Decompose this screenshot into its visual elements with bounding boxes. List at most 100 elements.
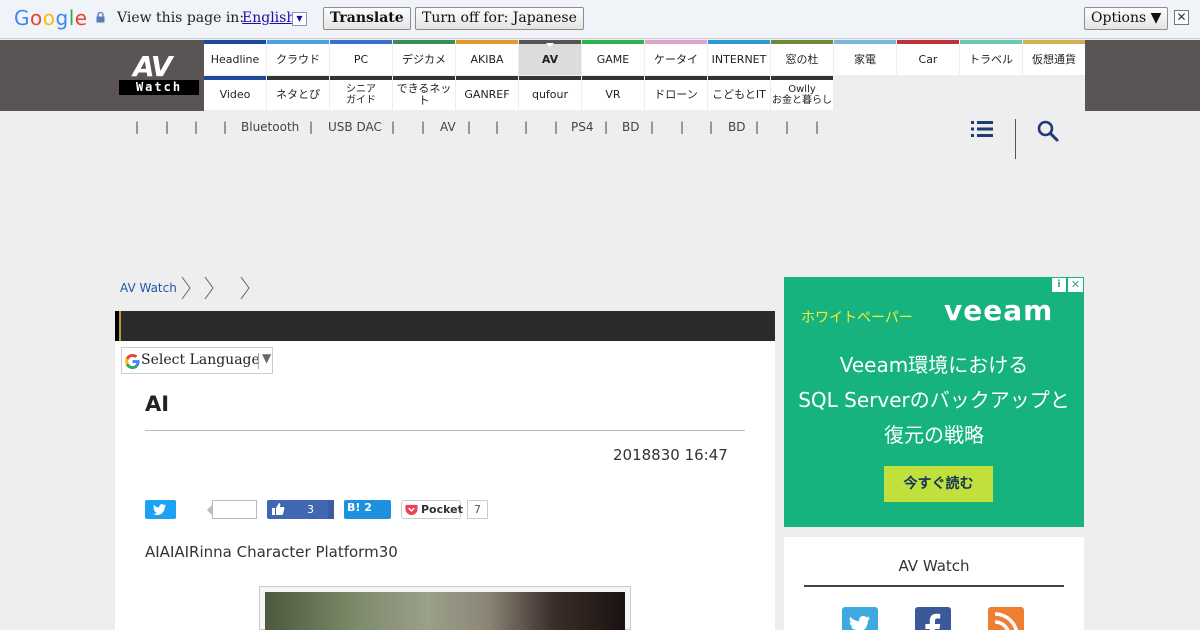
category-nav: Headline クラウド PC デジカメ AKIBA AV GAME ケータイ INTERNE… (204, 40, 1085, 111)
nav-item[interactable]: GAME (582, 40, 644, 75)
subnav-separator: | (604, 120, 609, 134)
subnav-separator: | (135, 120, 140, 134)
nav-item[interactable]: 仮想通貨 (1023, 40, 1085, 75)
site-logo[interactable]: AV Watch (119, 50, 199, 96)
nav-item[interactable]: トラベル (960, 40, 1022, 75)
follow-box: AV Watch (784, 537, 1084, 630)
chevron-right-icon (204, 276, 214, 300)
subnav-separator: | (421, 120, 426, 134)
nav-item[interactable]: できるネット (393, 76, 455, 110)
subnav-separator: | (223, 120, 228, 134)
ad-copy-line: SQL Serverのバックアップと (798, 388, 1070, 412)
nav-item[interactable]: ケータイ (645, 40, 707, 75)
facebook-like-button[interactable]: 3 (267, 500, 334, 519)
turn-off-button[interactable]: Turn off for: Japanese (415, 7, 584, 30)
subnav-separator: | (495, 120, 500, 134)
select-divider (258, 353, 259, 369)
nav-item[interactable]: クラウド (267, 40, 329, 75)
nav-item[interactable]: qufour (519, 76, 581, 110)
rss-follow-icon[interactable] (988, 607, 1024, 630)
translate-button[interactable]: Translate (323, 7, 411, 30)
nav-item[interactable]: こどもとIT (708, 76, 770, 110)
subnav-separator: | (165, 120, 170, 134)
subnav-link[interactable]: BD (622, 120, 639, 134)
subnav-link[interactable]: PS4 (571, 120, 594, 134)
lock-icon (96, 12, 105, 23)
subnav-separator: | (815, 120, 820, 134)
pocket-button[interactable]: Pocket (401, 500, 463, 519)
breadcrumb-home-link[interactable]: AV Watch (120, 281, 177, 295)
close-icon[interactable]: ✕ (1174, 10, 1189, 25)
google-logo: Google (14, 6, 88, 30)
article-photo[interactable] (259, 586, 631, 630)
subnav-separator: | (524, 120, 529, 134)
subnav-link[interactable]: AV (440, 120, 456, 134)
subnav-separator: | (650, 120, 655, 134)
subnav-separator: | (785, 120, 790, 134)
twitter-icon (152, 504, 167, 515)
chevron-right-icon (181, 276, 191, 300)
subnav-separator: | (709, 120, 714, 134)
nav-item[interactable]: 窓の杜 (771, 40, 833, 75)
subnav-separator: | (309, 120, 314, 134)
twitter-follow-icon[interactable] (842, 607, 878, 630)
google-translate-bar: Google View this page in: English ▼ Tran… (0, 0, 1200, 39)
article-date: 2018830 16:47 (613, 446, 728, 464)
subnav-link[interactable]: USB DAC (328, 120, 382, 134)
subnav-link[interactable]: BD (728, 120, 745, 134)
follow-divider (804, 585, 1064, 587)
subnav-separator: | (391, 120, 396, 134)
nav-item[interactable]: GANREF (456, 76, 518, 110)
menu-icon[interactable] (971, 120, 993, 138)
nav-item[interactable]: Owlly お金と暮らし (771, 76, 833, 110)
nav-item[interactable]: PC (330, 40, 392, 75)
subnav-separator: | (194, 120, 199, 134)
nav-item[interactable]: 家電 (834, 40, 896, 75)
language-dropdown-icon[interactable]: ▼ (292, 12, 307, 26)
nav-item[interactable]: Headline (204, 40, 266, 75)
follow-title: AV Watch (898, 557, 970, 575)
nav-item[interactable]: Car (897, 40, 959, 75)
twitter-icon (849, 615, 870, 630)
nav-item[interactable]: INTERNET (708, 40, 770, 75)
subnav-separator: | (755, 120, 760, 134)
nav-item[interactable]: シニア ガイド (330, 76, 392, 110)
facebook-follow-icon[interactable] (915, 607, 951, 630)
nav-item[interactable]: AV (519, 40, 581, 75)
logo-av-text: AV (133, 50, 172, 83)
select-language-label: Select Language (141, 352, 260, 368)
language-link[interactable]: English (242, 10, 295, 26)
options-button[interactable]: Options ▼ (1084, 7, 1169, 30)
article-lead: AIAIAIRinna Character Platform30 (145, 543, 398, 561)
logo-watch-text: Watch (119, 80, 199, 95)
ad-read-now-button[interactable]: 今すぐ読む (884, 466, 993, 502)
subnav-link[interactable]: Bluetooth (241, 120, 299, 134)
twitter-share-button[interactable] (145, 500, 176, 519)
thumbs-up-icon (272, 503, 285, 515)
nav-item[interactable]: AKIBA (456, 40, 518, 75)
nav-item[interactable]: ネタとぴ (267, 76, 329, 110)
pocket-label: Pocket (421, 503, 463, 516)
subnav-separator: | (554, 120, 559, 134)
nav-item[interactable]: デジカメ (393, 40, 455, 75)
hatena-bookmark-button[interactable]: B! 2 (344, 500, 391, 519)
rss-icon (994, 612, 1018, 630)
article-title: AI (145, 392, 170, 416)
select-language-dropdown[interactable]: Select Language ▼ (121, 347, 273, 374)
ad-close-icon[interactable]: ✕ (1068, 278, 1083, 292)
search-icon[interactable] (1037, 120, 1059, 142)
ad-brand-logo: veeam (944, 294, 1054, 327)
ad-info-icon[interactable]: i (1052, 278, 1066, 292)
nav-item[interactable]: Video (204, 76, 266, 110)
nav-item[interactable]: VR (582, 76, 644, 110)
view-page-text: View this page in: (117, 10, 245, 26)
article-header-bar (115, 311, 775, 341)
chevron-right-icon (240, 276, 250, 300)
facebook-icon (925, 613, 941, 630)
hatena-label: B! 2 (347, 501, 372, 514)
sub-nav: | | | | Bluetooth | USB DAC | | AV | | | | PS4 | BD | | | BD… (0, 111, 1200, 141)
nav-item[interactable]: ドローン (645, 76, 707, 110)
subnav-separator: | (467, 120, 472, 134)
pocket-count: 7 (467, 500, 488, 519)
ad-banner[interactable]: i ✕ ホワイトペーパー veeam Veeam環境における SQL Serve… (784, 277, 1084, 527)
